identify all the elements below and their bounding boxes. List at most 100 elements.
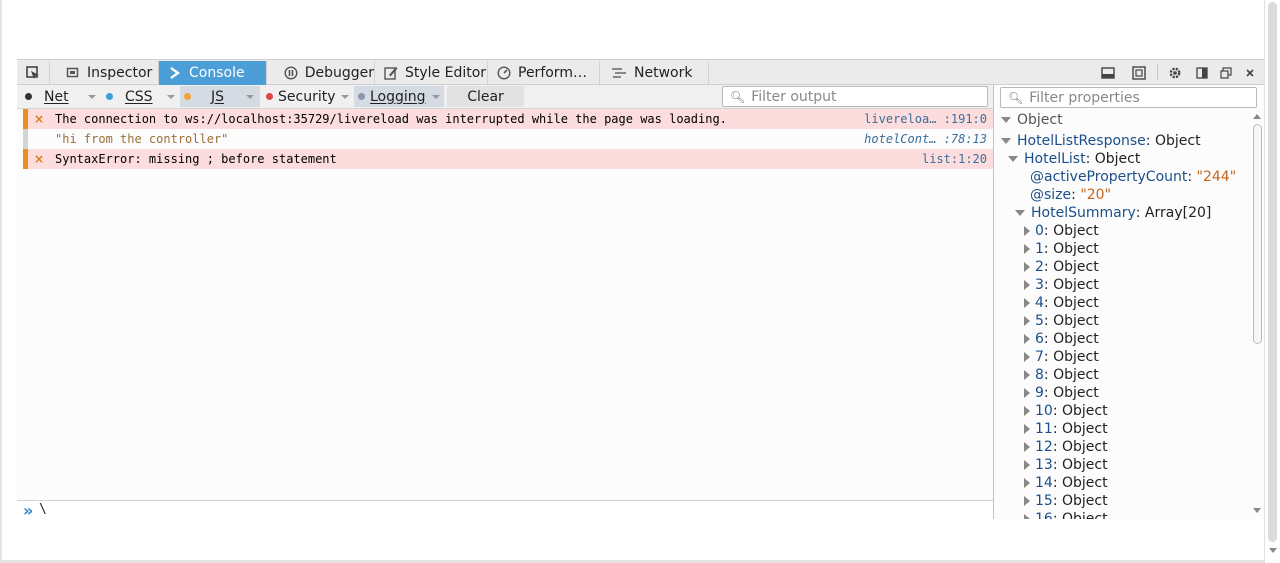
filter-label: Logging <box>370 88 426 105</box>
element-picker-button[interactable] <box>17 61 50 85</box>
property-value: Object <box>1053 277 1099 293</box>
tree-node-array-item[interactable]: 3: Object <box>1024 276 1099 294</box>
tree-node-array-item[interactable]: 11: Object <box>1024 420 1108 438</box>
tree-node-size[interactable]: @size: "20" <box>1030 186 1111 204</box>
tab-label: Network <box>634 65 693 81</box>
tree-node-array-item[interactable]: 5: Object <box>1024 312 1099 330</box>
tree-node-array-item[interactable]: 0: Object <box>1024 222 1099 240</box>
property-name: 1 <box>1035 241 1044 257</box>
property-name: 11 <box>1035 421 1053 437</box>
property-value: Object <box>1053 223 1099 239</box>
tree-node-active-count[interactable]: @activePropertyCount: "244" <box>1030 168 1236 186</box>
responsive-design-button[interactable] <box>1130 64 1148 81</box>
filter-js-button[interactable]: JS <box>180 86 260 107</box>
logging-dot-icon <box>358 93 365 100</box>
devtools-toolbox: Inspector Console Debugger Style Editor <box>17 59 1264 520</box>
tab-performance[interactable]: Perform… <box>488 61 600 85</box>
twisty-closed-icon <box>1024 388 1030 398</box>
property-value: Object <box>1053 331 1099 347</box>
tab-console[interactable]: Console <box>159 61 267 85</box>
scroll-up-arrow-icon[interactable] <box>1253 114 1261 119</box>
console-input[interactable]: » \ <box>17 500 993 520</box>
tree-node-array-item[interactable]: 1: Object <box>1024 240 1099 258</box>
tree-node-array-item[interactable]: 8: Object <box>1024 366 1099 384</box>
filter-properties-input[interactable]: 🔍︎ Filter properties <box>1000 87 1257 108</box>
filter-security-button[interactable]: Security <box>262 86 352 107</box>
split-console-button[interactable] <box>1099 64 1117 81</box>
tree-node-hotel-list[interactable]: HotelList: Object <box>1008 150 1140 168</box>
close-icon <box>1246 68 1254 77</box>
property-value: "244" <box>1196 169 1237 185</box>
sidebar-scrollbar[interactable] <box>1251 110 1264 519</box>
console-message-log[interactable]: "hi from the controller" hotelCont… :78:… <box>23 129 993 149</box>
scroll-down-arrow-icon[interactable] <box>1253 508 1261 513</box>
dock-side-icon <box>1196 66 1208 79</box>
settings-button[interactable] <box>1166 64 1184 81</box>
js-dot-icon <box>184 93 191 100</box>
element-picker-icon <box>26 66 39 79</box>
console-input-value[interactable]: \ <box>39 502 47 517</box>
tab-network[interactable]: Network <box>600 61 709 85</box>
dock-side-button[interactable] <box>1193 64 1211 81</box>
tree-node-array-item[interactable]: 12: Object <box>1024 438 1108 456</box>
undock-window-button[interactable] <box>1217 64 1235 81</box>
tab-label: Inspector <box>87 65 153 81</box>
tree-node-array-item[interactable]: 16: Object <box>1024 510 1108 519</box>
message-text: "hi from the controller" <box>55 132 229 146</box>
property-value: Object <box>1062 421 1108 437</box>
property-name: 15 <box>1035 493 1053 509</box>
property-value: Object <box>1053 313 1099 329</box>
clear-button[interactable]: Clear <box>447 86 524 107</box>
sidebar-scrollbar-thumb[interactable] <box>1253 124 1262 344</box>
console-message-error[interactable]: × SyntaxError: missing ; before statemen… <box>23 149 993 169</box>
tree-node-array-item[interactable]: 9: Object <box>1024 384 1099 402</box>
message-severity-bar <box>23 129 28 149</box>
twisty-closed-icon <box>1024 496 1030 506</box>
property-value: Object <box>1053 367 1099 383</box>
page-scrollbar-thumb[interactable] <box>1268 2 1277 542</box>
filter-logging-button[interactable]: Logging <box>354 86 444 107</box>
tree-node-array-item[interactable]: 7: Object <box>1024 348 1099 366</box>
search-icon: 🔍︎ <box>1008 90 1024 105</box>
console-message-error[interactable]: × The connection to ws://localhost:35729… <box>23 109 993 129</box>
performance-icon <box>496 65 512 81</box>
property-name: 4 <box>1035 295 1044 311</box>
tree-root[interactable]: Object <box>1001 111 1063 129</box>
properties-tree: Object HotelListResponse: Object HotelLi… <box>994 110 1251 519</box>
tree-node-response[interactable]: HotelListResponse: Object <box>1001 132 1201 150</box>
message-text: The connection to ws://localhost:35729/l… <box>55 112 727 126</box>
twisty-closed-icon <box>1024 514 1030 519</box>
filter-properties-placeholder: Filter properties <box>1029 89 1140 106</box>
split-console-icon <box>1101 66 1115 79</box>
tree-node-array-item[interactable]: 6: Object <box>1024 330 1099 348</box>
property-value: Object <box>1053 385 1099 401</box>
filter-css-button[interactable]: CSS <box>102 86 180 107</box>
property-value: "20" <box>1080 187 1112 203</box>
tree-node-hotel-summary[interactable]: HotelSummary: Array[20] <box>1015 204 1211 222</box>
message-location-link[interactable]: list:1:20 <box>922 152 987 166</box>
filter-net-button[interactable]: Net <box>21 86 97 107</box>
twisty-closed-icon <box>1024 424 1030 434</box>
property-name: 7 <box>1035 349 1044 365</box>
browser-frame: Inspector Console Debugger Style Editor <box>0 0 1280 563</box>
filter-label: Security <box>278 88 336 105</box>
tab-inspector[interactable]: Inspector <box>57 61 159 85</box>
tree-node-array-item[interactable]: 10: Object <box>1024 402 1108 420</box>
message-location-link[interactable]: hotelCont… :78:13 <box>864 132 987 146</box>
page-scrollbar[interactable] <box>1264 0 1280 563</box>
tree-node-array-item[interactable]: 2: Object <box>1024 258 1099 276</box>
close-devtools-button[interactable] <box>1241 64 1259 81</box>
property-value: Object <box>1062 475 1108 491</box>
tab-style-editor[interactable]: Style Editor <box>375 61 488 85</box>
property-name: HotelList <box>1024 151 1086 167</box>
tree-node-array-item[interactable]: 13: Object <box>1024 456 1108 474</box>
tab-debugger[interactable]: Debugger <box>275 61 375 85</box>
filter-output-input[interactable]: 🔍︎ Filter output <box>722 86 988 107</box>
tab-label: Console <box>189 65 245 81</box>
tree-node-array-item[interactable]: 4: Object <box>1024 294 1099 312</box>
tree-node-array-item[interactable]: 15: Object <box>1024 492 1108 510</box>
twisty-closed-icon <box>1024 316 1030 326</box>
tree-node-array-item[interactable]: 14: Object <box>1024 474 1108 492</box>
scroll-down-arrow-icon[interactable] <box>1269 548 1277 553</box>
message-location-link[interactable]: livereloa… :191:0 <box>864 112 987 126</box>
